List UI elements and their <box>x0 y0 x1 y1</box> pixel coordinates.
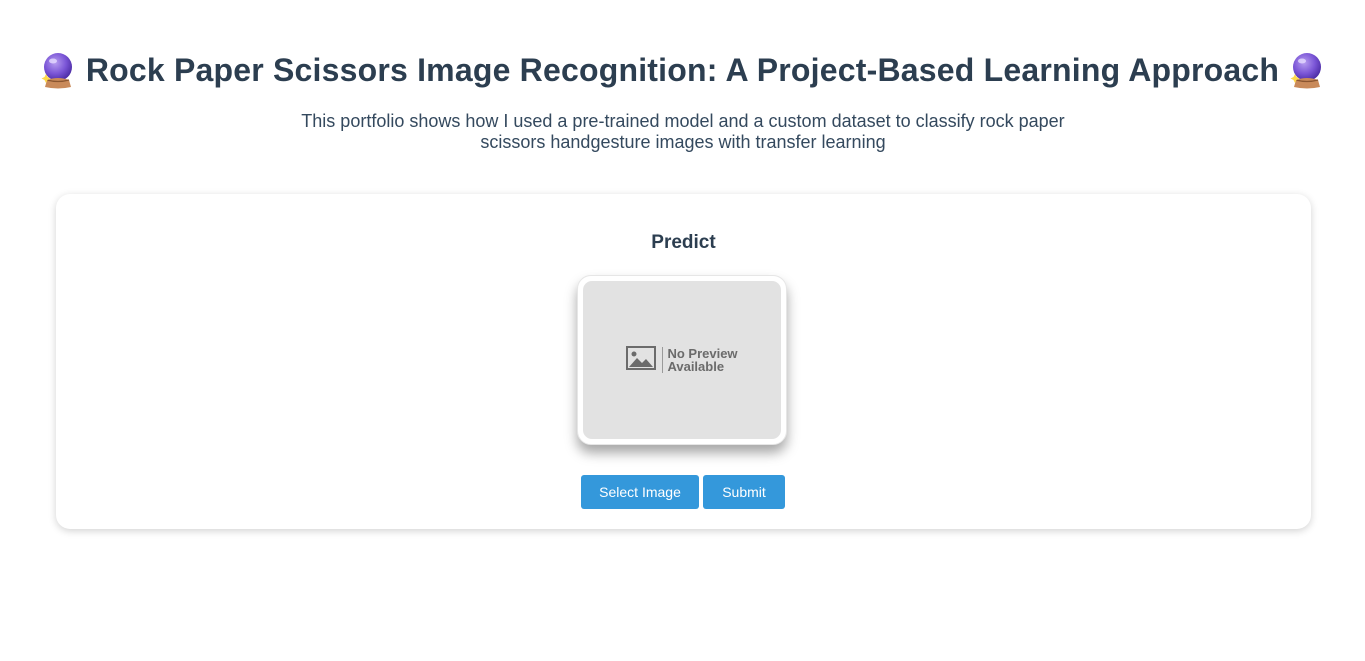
card-title: Predict <box>651 232 716 253</box>
button-group: Select Image Submit <box>581 475 785 509</box>
select-image-button[interactable]: Select Image <box>581 475 699 509</box>
page: Rock Paper Scissors Image Recognition: A… <box>0 0 1365 661</box>
crystal-ball-icon <box>1289 50 1325 90</box>
no-preview-line2: Available <box>667 359 725 374</box>
submit-button[interactable]: Submit <box>703 475 785 509</box>
image-placeholder-icon <box>626 345 657 375</box>
header: Rock Paper Scissors Image Recognition: A… <box>0 50 1365 90</box>
page-title: Rock Paper Scissors Image Recognition: A… <box>85 51 1280 88</box>
page-subtitle: This portfolio shows how I used a pre-tr… <box>301 111 1065 152</box>
no-preview-text: No Preview Available <box>662 347 738 374</box>
crystal-ball-icon <box>40 50 76 90</box>
predict-card: Predict No Preview Available Select Imag… <box>56 194 1311 529</box>
image-preview: No Preview Available <box>577 275 787 445</box>
preview-placeholder: No Preview Available <box>583 281 781 439</box>
